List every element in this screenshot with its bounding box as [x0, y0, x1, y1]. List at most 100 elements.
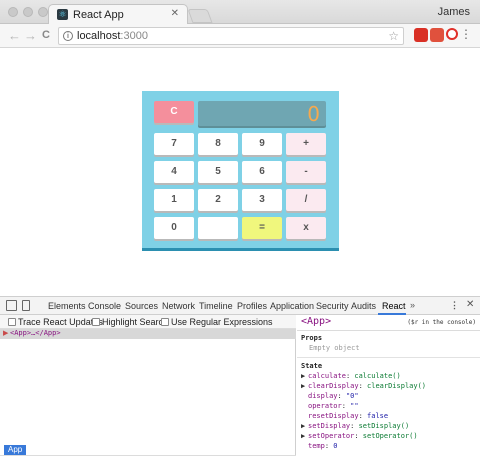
state-key: display	[308, 392, 338, 400]
tab-security[interactable]: Security	[316, 301, 349, 311]
expand-arrow-icon[interactable]: ▶	[301, 432, 308, 440]
opera-extension-icon[interactable]	[446, 28, 458, 40]
regex-label: Use Regular Expressions	[171, 317, 273, 327]
devtools-menu-icon[interactable]: ⋮	[450, 300, 459, 311]
props-empty: Empty object	[309, 344, 360, 352]
digit-1-button[interactable]: 1	[154, 189, 194, 211]
state-value[interactable]: 0	[333, 442, 337, 450]
browser-menu-icon[interactable]: ⋮	[460, 27, 472, 41]
back-arrow-icon[interactable]: ←	[8, 28, 21, 43]
new-tab-button[interactable]	[187, 9, 213, 23]
trace-updates-checkbox[interactable]	[8, 318, 16, 326]
forward-arrow-icon[interactable]: →	[24, 28, 37, 43]
state-row-setOperator[interactable]: ▶ setOperator: setOperator()	[301, 432, 418, 440]
component-search-bar	[0, 455, 296, 460]
tab-network[interactable]: Network	[162, 301, 195, 311]
divide-button[interactable]: /	[286, 189, 326, 211]
equals-button[interactable]: =	[242, 217, 282, 239]
blank-button[interactable]	[198, 217, 238, 239]
url-port: :3000	[120, 30, 148, 42]
digit-6-button[interactable]: 6	[242, 161, 282, 183]
tab-timeline[interactable]: Timeline	[199, 301, 233, 311]
minus-button[interactable]: -	[286, 161, 326, 183]
tab-elements[interactable]: Elements	[48, 301, 86, 311]
digit-4-button[interactable]: 4	[154, 161, 194, 183]
state-row-clearDisplay[interactable]: ▶ clearDisplay: clearDisplay()	[301, 382, 426, 390]
highlight-search-checkbox[interactable]	[92, 318, 100, 326]
minimize-window-button[interactable]	[23, 7, 33, 17]
state-value[interactable]: clearDisplay()	[367, 382, 426, 390]
profile-user-name[interactable]: James	[438, 6, 470, 18]
section-divider	[297, 357, 480, 358]
plus-button[interactable]: +	[286, 133, 326, 155]
trace-updates-option[interactable]: Trace React Updates	[8, 317, 103, 327]
reload-icon[interactable]: C	[42, 29, 50, 41]
extension-icon-2[interactable]	[430, 28, 444, 42]
calculator: C 0 7 8 9 + 4 5 6 - 1 2 3 / 0 = x	[142, 91, 339, 251]
devtools-tabbar: Elements Console Sources Network Timelin…	[0, 297, 480, 315]
tab-profiles[interactable]: Profiles	[237, 301, 267, 311]
tree-row-app[interactable]: ▶ <App>…</App>	[0, 329, 296, 339]
close-window-button[interactable]	[8, 7, 18, 17]
browser-toolbar: ← → C i localhost:3000 ☆ ⋮	[0, 24, 480, 48]
tree-node-app[interactable]: <App>…</App>	[10, 329, 61, 337]
digit-2-button[interactable]: 2	[198, 189, 238, 211]
details-header: <App> ($r in the console)	[297, 315, 480, 331]
digit-7-button[interactable]: 7	[154, 133, 194, 155]
state-key: operator	[308, 402, 342, 410]
tab-sources[interactable]: Sources	[125, 301, 158, 311]
expand-arrow-icon[interactable]: ▶	[301, 372, 308, 380]
device-toolbar-icon[interactable]	[22, 300, 30, 311]
multiply-button[interactable]: x	[286, 217, 326, 239]
tab-console[interactable]: Console	[88, 301, 121, 311]
regex-option[interactable]: Use Regular Expressions	[161, 317, 273, 327]
tab-react[interactable]: React	[382, 301, 406, 311]
console-hint: ($r in the console)	[407, 319, 476, 326]
digit-9-button[interactable]: 9	[242, 133, 282, 155]
regex-checkbox[interactable]	[161, 318, 169, 326]
tab-close-icon[interactable]: ✕	[171, 8, 179, 19]
selected-component-name: <App>	[301, 316, 332, 327]
digit-3-button[interactable]: 3	[242, 189, 282, 211]
state-key: calculate	[308, 372, 346, 380]
tab-title: React App	[73, 9, 124, 21]
react-options-bar: Trace React Updates Highlight Search Use…	[0, 315, 296, 329]
expand-arrow-icon[interactable]: ▶	[301, 422, 308, 430]
address-bar[interactable]: i localhost:3000 ☆	[58, 27, 404, 45]
digit-8-button[interactable]: 8	[198, 133, 238, 155]
state-row-setDisplay[interactable]: ▶ setDisplay: setDisplay()	[301, 422, 409, 430]
devtools-close-icon[interactable]: ✕	[466, 299, 474, 310]
state-separator: :	[358, 382, 368, 390]
state-separator: :	[350, 422, 359, 430]
inspect-element-icon[interactable]	[6, 300, 17, 311]
state-row-resetDisplay: resetDisplay: false	[301, 412, 388, 420]
expand-arrow-icon[interactable]: ▶	[3, 329, 8, 337]
props-title: Props	[301, 334, 323, 342]
state-value[interactable]: "0"	[346, 392, 359, 400]
clear-button[interactable]: C	[154, 101, 194, 123]
state-value[interactable]: setOperator()	[363, 432, 418, 440]
more-tabs-icon[interactable]: »	[410, 300, 415, 310]
state-key: temp	[308, 442, 325, 450]
state-value[interactable]: false	[367, 412, 388, 420]
tab-audits[interactable]: Audits	[351, 301, 376, 311]
display-value: 0	[307, 102, 320, 126]
state-value[interactable]: calculate()	[354, 372, 400, 380]
browser-tab[interactable]: ⚛ React App ✕	[48, 4, 188, 24]
digit-5-button[interactable]: 5	[198, 161, 238, 183]
state-value[interactable]: ""	[350, 402, 358, 410]
state-value[interactable]: setDisplay()	[359, 422, 410, 430]
maximize-window-button[interactable]	[38, 7, 48, 17]
tab-application[interactable]: Application	[270, 301, 314, 311]
breadcrumb-app[interactable]: App	[4, 445, 27, 455]
state-title: State	[301, 362, 323, 370]
state-row-calculate[interactable]: ▶ calculate: calculate()	[301, 372, 401, 380]
expand-arrow-icon[interactable]: ▶	[301, 382, 308, 390]
info-icon[interactable]: i	[63, 31, 73, 41]
digit-0-button[interactable]: 0	[154, 217, 194, 239]
extension-icon-1[interactable]	[414, 28, 428, 42]
highlight-search-option[interactable]: Highlight Search	[92, 317, 168, 327]
url-text: localhost:3000	[77, 30, 148, 42]
devtools-panel: Elements Console Sources Network Timelin…	[0, 296, 480, 460]
bookmark-star-icon[interactable]: ☆	[388, 29, 399, 43]
